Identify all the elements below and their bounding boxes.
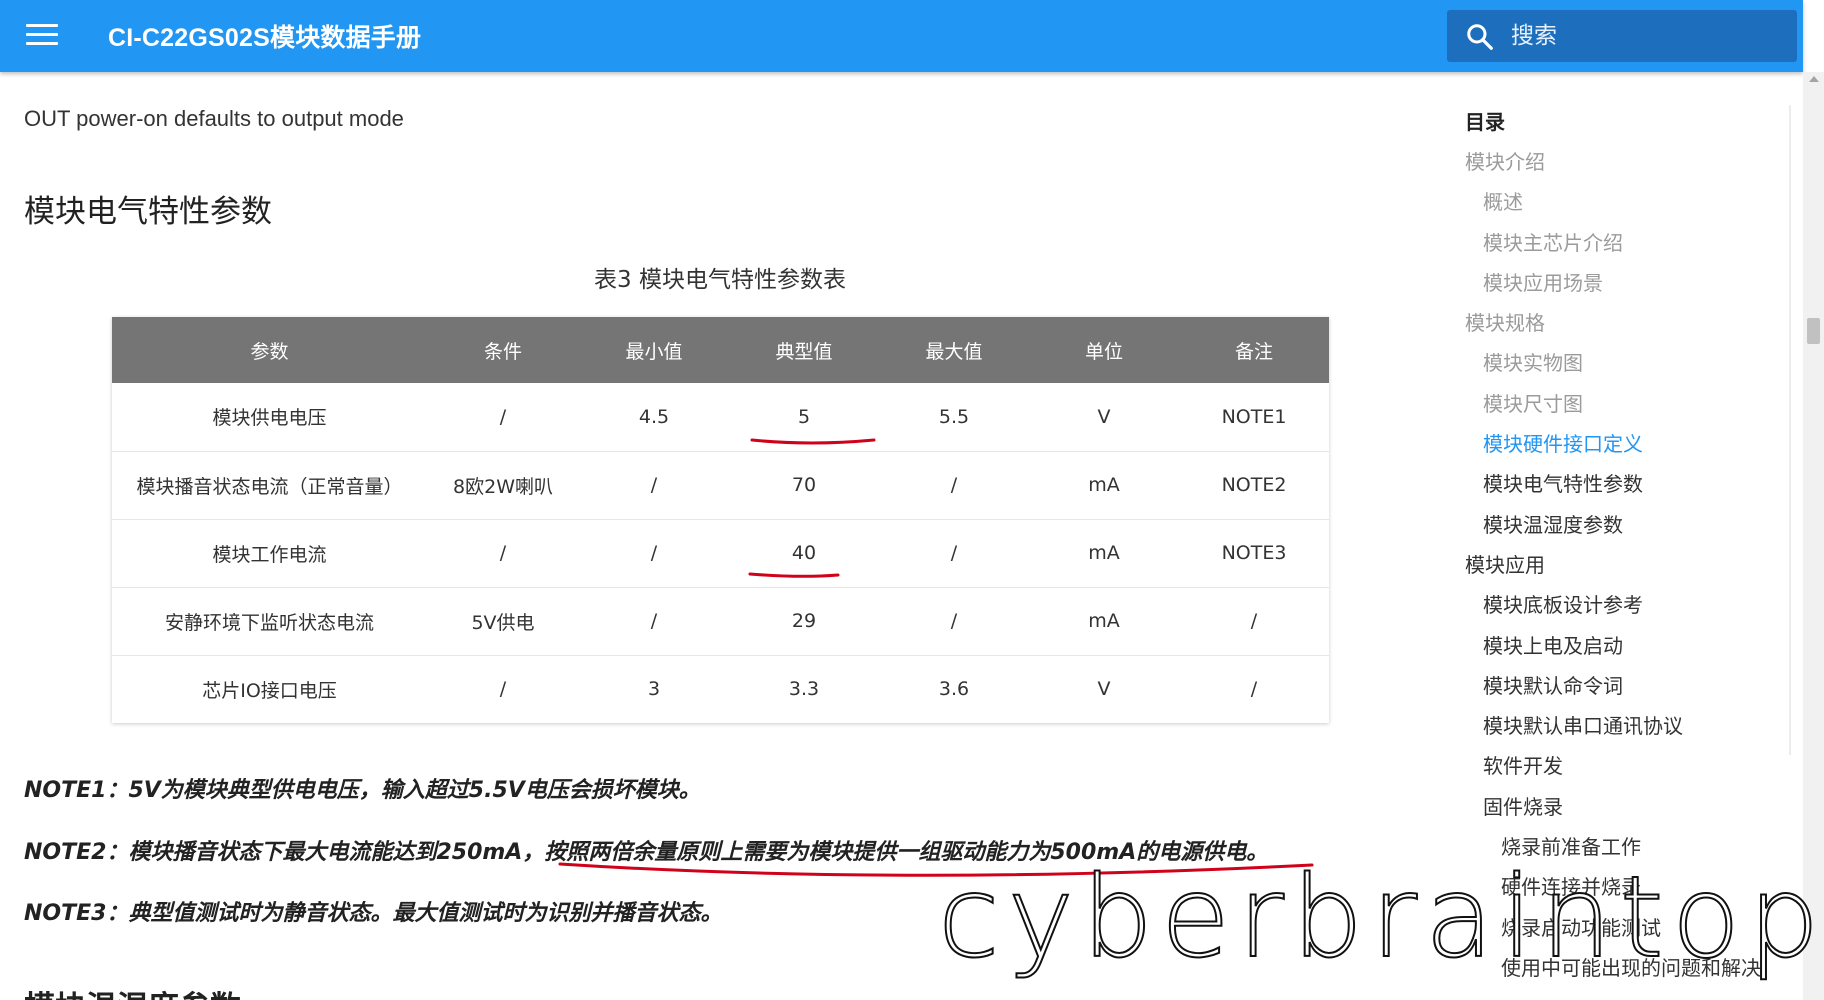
table-cell: /	[879, 450, 1029, 519]
table-row: 模块工作电流 / / 40 / mA NOTE3	[112, 518, 1329, 587]
table-cell: 29	[729, 586, 879, 655]
table-cell: 3.3	[729, 654, 879, 723]
menu-icon[interactable]	[26, 24, 58, 48]
table-cell: 40	[729, 518, 879, 587]
header-cell: 最大值	[879, 317, 1029, 383]
toc-item[interactable]: 模块主芯片介绍	[1465, 229, 1785, 269]
section-title: 模块电气特性参数	[24, 194, 272, 230]
toc-item[interactable]: 模块默认串口通讯协议	[1465, 712, 1785, 752]
toc-item[interactable]: 模块默认命令词	[1465, 672, 1785, 712]
table-cell: /	[1179, 586, 1329, 655]
search-input[interactable]	[1511, 18, 1781, 54]
table-cell: 5V供电	[427, 586, 579, 655]
table-cell: 5.5	[938, 405, 970, 428]
watermark: cyberbraintop	[937, 853, 1824, 983]
table-cell: V	[1097, 405, 1111, 428]
table-cell: mA	[1029, 518, 1179, 587]
table-cell: 芯片IO接口电压	[112, 654, 427, 723]
header-cell: 参数	[112, 317, 427, 383]
scroll-up-arrow-icon[interactable]	[1809, 76, 1819, 82]
scrollbar-thumb[interactable]	[1807, 318, 1820, 344]
toc-item[interactable]: 模块应用	[1465, 551, 1785, 591]
table-cell: /	[1179, 654, 1329, 723]
toc-item[interactable]: 模块上电及启动	[1465, 632, 1785, 672]
toc-scroll-track	[1789, 105, 1791, 755]
table-cell: NOTE2	[1179, 450, 1329, 519]
toc-item[interactable]: 模块应用场景	[1465, 269, 1785, 309]
note-3: NOTE3：典型值测试时为静音状态。最大值测试时为识别并播音状态。	[24, 901, 723, 926]
header-cell: 典型值	[729, 317, 879, 383]
toc-item[interactable]: 模块温湿度参数	[1465, 511, 1785, 551]
search-icon	[1467, 24, 1493, 50]
table-cell: /	[879, 586, 1029, 655]
table-cell: /	[427, 518, 579, 587]
table-row: 模块播音状态电流（正常音量） 8欧2W喇叭 / 70 / mA NOTE2	[112, 450, 1329, 519]
toc-item[interactable]: 模块尺寸图	[1465, 390, 1785, 430]
toc-item[interactable]: 概述	[1465, 188, 1785, 228]
table-cell: 70	[729, 450, 879, 519]
table-cell: 模块供电电压	[212, 407, 327, 430]
page-title: CI-C22GS02S模块数据手册	[108, 24, 422, 52]
table-cell: 模块工作电流	[112, 518, 427, 587]
table-cell: mA	[1029, 586, 1179, 655]
toc-item[interactable]: 模块介绍	[1465, 148, 1785, 188]
toc-item[interactable]: 模块实物图	[1465, 349, 1785, 389]
table-cell: /	[579, 586, 729, 655]
header-cell: 条件	[427, 317, 579, 383]
table-cell: 5	[797, 405, 811, 428]
note-2-part-a: NOTE2：模块播音状态下最大电流能达到250mA，	[24, 840, 545, 865]
toc-item[interactable]: 模块底板设计参考	[1465, 591, 1785, 631]
table-cell: V	[1029, 654, 1179, 723]
table-cell: 4.5	[638, 405, 670, 428]
table-cell: 模块播音状态电流（正常音量）	[112, 450, 427, 519]
table-cell: /	[499, 405, 507, 428]
toc-item[interactable]: 软件开发	[1465, 752, 1785, 792]
table-cell: /	[427, 654, 579, 723]
table-cell: NOTE1	[1221, 405, 1287, 428]
toc-item[interactable]: 模块电气特性参数	[1465, 470, 1785, 510]
table-cell: /	[879, 518, 1029, 587]
table-cell: NOTE3	[1179, 518, 1329, 587]
electrical-params-table: 参数 条件 最小值 典型值 最大值 单位 备注 模块供电电压 / 4.5 5 5…	[112, 317, 1329, 723]
toc-item[interactable]: 模块规格	[1465, 309, 1785, 349]
table-row: 模块供电电压 / 4.5 5 5.5 V NOTE1	[112, 383, 1329, 451]
next-section-heading: 模块温湿度参数	[24, 982, 241, 1000]
intro-text: OUT power-on defaults to output mode	[24, 106, 404, 131]
table-cell: 3	[579, 654, 729, 723]
table-cell: 安静环境下监听状态电流	[112, 586, 427, 655]
search-box[interactable]	[1447, 10, 1797, 62]
table-cell: 3.6	[879, 654, 1029, 723]
table-header-row: 参数 条件 最小值 典型值 最大值 单位 备注	[112, 317, 1329, 383]
table-cell: 8欧2W喇叭	[427, 450, 579, 519]
table-cell: /	[579, 518, 729, 587]
note-1: NOTE1：5V为模块典型供电电压，输入超过5.5V电压会损坏模块。	[24, 778, 701, 803]
header-cell: 最小值	[579, 317, 729, 383]
header-cell: 单位	[1029, 317, 1179, 383]
toc-item[interactable]: 模块硬件接口定义	[1465, 430, 1785, 470]
toc-item[interactable]: 固件烧录	[1465, 793, 1785, 833]
table-cell: mA	[1029, 450, 1179, 519]
table-row: 芯片IO接口电压 / 3 3.3 3.6 V /	[112, 654, 1329, 723]
table-cell: /	[579, 450, 729, 519]
table-caption: 表3 模块电气特性参数表	[594, 267, 846, 293]
top-app-bar: CI-C22GS02S模块数据手册	[0, 0, 1803, 72]
table-row: 安静环境下监听状态电流 5V供电 / 29 / mA /	[112, 586, 1329, 655]
header-cell: 备注	[1179, 317, 1329, 383]
toc-title: 目录	[1465, 110, 1505, 134]
